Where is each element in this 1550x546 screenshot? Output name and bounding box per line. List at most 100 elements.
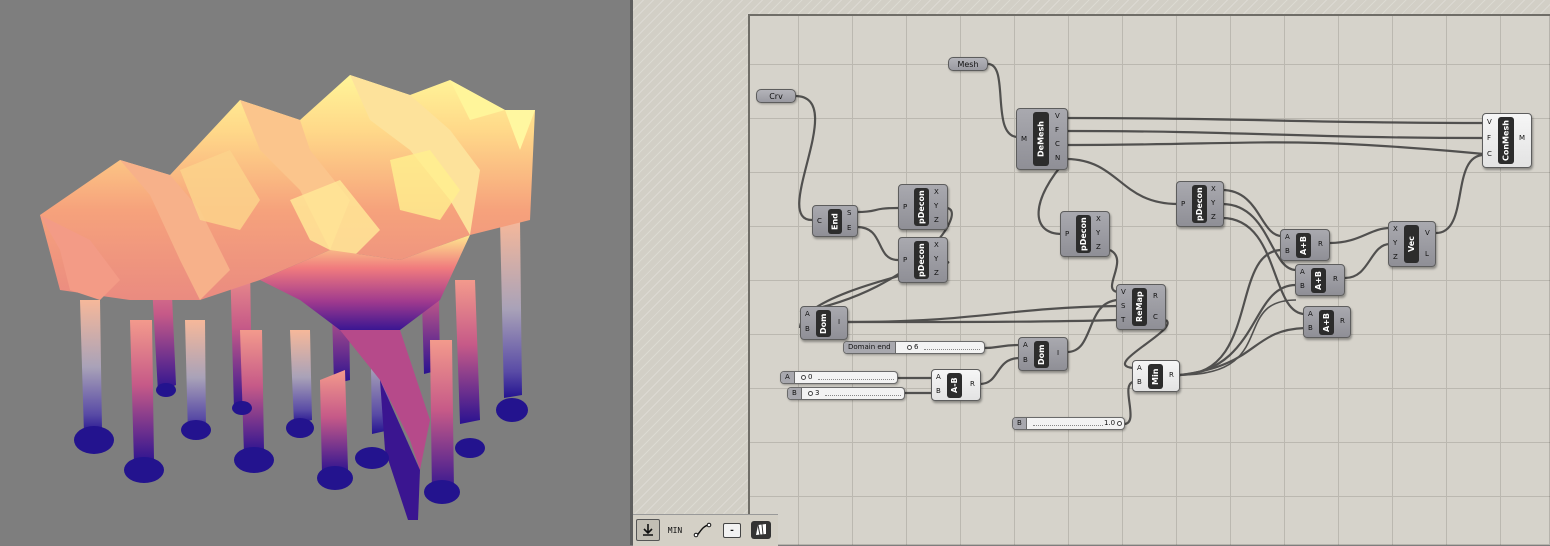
min-button[interactable]: MIN [664, 519, 686, 541]
pdecon2-output-z[interactable]: Z [934, 269, 939, 278]
addition-component-3[interactable]: A B A+B R [1303, 306, 1351, 338]
pdecon3-input-p[interactable]: P [1065, 230, 1069, 239]
pdecon4-input-p[interactable]: P [1181, 200, 1185, 209]
end-input-c[interactable]: C [817, 217, 822, 226]
pdecon-component-1[interactable]: P pDecon X Y Z [898, 184, 948, 230]
dom1-output-i[interactable]: I [838, 318, 840, 327]
a-slider-handle[interactable] [801, 375, 806, 380]
pdecon4-output-x[interactable]: X [1211, 185, 1216, 194]
pdecon4-nickname: pDecon [1192, 185, 1207, 223]
grasshopper-canvas[interactable] [748, 14, 1550, 545]
wire-display-button[interactable] [691, 519, 715, 541]
pdecon3-output-x[interactable]: X [1096, 215, 1101, 224]
apb2-input-b[interactable]: B [1300, 282, 1305, 291]
subtraction-component[interactable]: A B A-B R [931, 369, 981, 401]
preview-mode-button[interactable] [748, 519, 774, 541]
grasshopper-canvas-area[interactable] [633, 0, 1550, 545]
demesh-output-n[interactable]: N [1055, 154, 1060, 163]
remap-input-v[interactable]: V [1121, 288, 1126, 297]
apb1-output-r[interactable]: R [1318, 240, 1323, 249]
b-slider[interactable]: B 3 [787, 387, 905, 400]
apb1-input-b[interactable]: B [1285, 247, 1290, 256]
remap-input-t[interactable]: T [1121, 316, 1125, 325]
min-input-a[interactable]: A [1137, 364, 1142, 373]
apb3-input-b[interactable]: B [1308, 324, 1313, 333]
pdecon-component-2[interactable]: P pDecon X Y Z [898, 237, 948, 283]
amb-input-a[interactable]: A [936, 373, 941, 382]
remap-component[interactable]: V S T ReMap R C [1116, 284, 1166, 330]
end-component[interactable]: C End S E [812, 205, 858, 237]
b2-slider-handle[interactable] [1117, 421, 1122, 426]
addition-component-1[interactable]: A B A+B R [1280, 229, 1330, 261]
conmesh-input-v[interactable]: V [1487, 118, 1492, 127]
amb-input-b[interactable]: B [936, 387, 941, 396]
pdecon2-output-x[interactable]: X [934, 241, 939, 250]
a-slider[interactable]: A 0 [780, 371, 898, 384]
conmesh-component[interactable]: V F C ConMesh M [1482, 113, 1532, 168]
demesh-output-f[interactable]: F [1055, 126, 1059, 135]
vec-input-y[interactable]: Y [1393, 239, 1397, 248]
dom2-output-i[interactable]: I [1057, 349, 1059, 358]
dom-component-2[interactable]: A B Dom I [1018, 337, 1068, 371]
zoom-out-button[interactable]: - [723, 523, 741, 538]
mesh-param[interactable]: Mesh [948, 57, 988, 71]
bake-button[interactable] [636, 519, 660, 541]
b-slider-label: B [788, 388, 802, 399]
vec-output-l[interactable]: L [1425, 250, 1429, 259]
pdecon2-output-y[interactable]: Y [934, 255, 938, 264]
dom2-input-a[interactable]: A [1023, 341, 1028, 350]
pdecon3-output-y[interactable]: Y [1096, 229, 1100, 238]
demesh-input-m[interactable]: M [1021, 135, 1027, 144]
domain-end-slider-handle[interactable] [907, 345, 912, 350]
pdecon1-input-p[interactable]: P [903, 203, 907, 212]
apb2-output-r[interactable]: R [1333, 275, 1338, 284]
min-input-b[interactable]: B [1137, 378, 1142, 387]
domain-end-slider-track[interactable] [924, 347, 980, 350]
apb2-input-a[interactable]: A [1300, 268, 1305, 277]
apb3-input-a[interactable]: A [1308, 310, 1313, 319]
vec-input-z[interactable]: Z [1393, 253, 1398, 262]
minimum-component[interactable]: A B Min R [1132, 360, 1180, 392]
pdecon-component-3[interactable]: P pDecon X Y Z [1060, 211, 1110, 257]
domain-end-slider[interactable]: Domain end 6 [843, 341, 985, 354]
pdecon1-nickname: pDecon [914, 188, 929, 226]
dom1-input-b[interactable]: B [805, 325, 810, 334]
pdecon-component-4[interactable]: P pDecon X Y Z [1176, 181, 1224, 227]
conmesh-input-f[interactable]: F [1487, 134, 1491, 143]
pdecon2-input-p[interactable]: P [903, 256, 907, 265]
pdecon1-output-z[interactable]: Z [934, 216, 939, 225]
end-output-s[interactable]: S [847, 209, 851, 218]
vec-output-v[interactable]: V [1425, 229, 1430, 238]
vector-component[interactable]: X Y Z Vec V L [1388, 221, 1436, 267]
b2-slider[interactable]: B 1.0 [1012, 417, 1125, 430]
demesh-component[interactable]: M DeMesh V F C N [1016, 108, 1068, 170]
pdecon3-output-z[interactable]: Z [1096, 243, 1101, 252]
addition-component-2[interactable]: A B A+B R [1295, 264, 1345, 296]
a-slider-track[interactable] [818, 377, 894, 380]
conmesh-input-c[interactable]: C [1487, 150, 1492, 159]
dom2-input-b[interactable]: B [1023, 356, 1028, 365]
pdecon4-output-z[interactable]: Z [1211, 213, 1216, 222]
pdecon1-output-x[interactable]: X [934, 188, 939, 197]
amb-output-r[interactable]: R [970, 380, 975, 389]
apb3-output-r[interactable]: R [1340, 317, 1345, 326]
demesh-output-v[interactable]: V [1055, 112, 1060, 121]
conmesh-output-m[interactable]: M [1519, 134, 1525, 143]
b2-slider-track[interactable] [1033, 423, 1103, 426]
crv-param[interactable]: Crv [756, 89, 796, 103]
dom-component-1[interactable]: A B Dom I [800, 306, 848, 340]
b-slider-track[interactable] [825, 393, 901, 396]
pdecon4-output-y[interactable]: Y [1211, 199, 1215, 208]
dom1-input-a[interactable]: A [805, 310, 810, 319]
b-slider-handle[interactable] [808, 391, 813, 396]
demesh-output-c[interactable]: C [1055, 140, 1060, 149]
vec-input-x[interactable]: X [1393, 225, 1398, 234]
3d-viewport[interactable] [0, 0, 630, 545]
min-output-r[interactable]: R [1169, 371, 1174, 380]
remap-input-s[interactable]: S [1121, 302, 1125, 311]
remap-output-r[interactable]: R [1153, 292, 1158, 301]
apb1-input-a[interactable]: A [1285, 233, 1290, 242]
end-output-e[interactable]: E [847, 224, 851, 233]
pdecon1-output-y[interactable]: Y [934, 202, 938, 211]
remap-output-c[interactable]: C [1153, 313, 1158, 322]
